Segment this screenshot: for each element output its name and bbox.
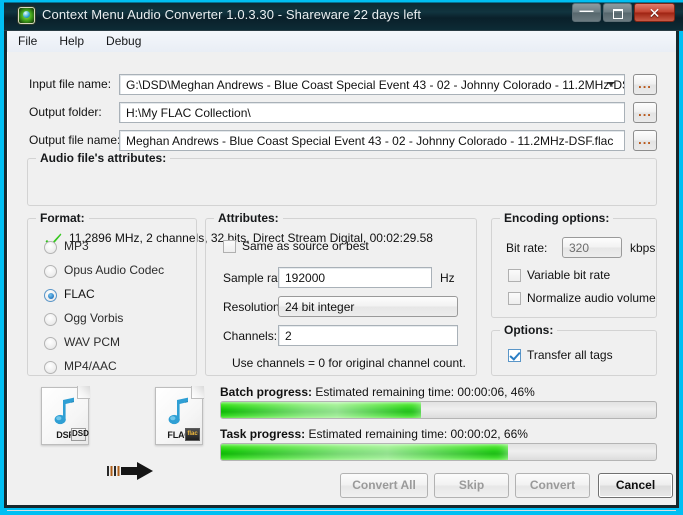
checkbox-icon (508, 292, 521, 305)
menu-item-debug[interactable]: Debug (95, 31, 152, 51)
batch-progress-label: Batch progress: Estimated remaining time… (220, 385, 535, 399)
music-note-icon (168, 397, 188, 425)
chevron-down-icon[interactable] (607, 82, 615, 86)
output-file-row: Output file name: Meghan Andrews - Blue … (7, 130, 676, 152)
input-file-browse-button[interactable]: ... (633, 74, 657, 95)
app-icon (18, 7, 35, 24)
minimize-button[interactable]: — (572, 3, 601, 22)
batch-progress-bar (220, 401, 657, 419)
same-as-source-label: Same as source or best (242, 239, 369, 253)
maximize-button[interactable] (603, 3, 632, 22)
window-frame: Context Menu Audio Converter 1.0.3.30 - … (4, 0, 683, 511)
convert-all-button[interactable]: Convert All (340, 473, 428, 498)
radio-icon (44, 313, 57, 326)
format-group-title: Format: (36, 211, 89, 225)
attributes-group-title: Attributes: (214, 211, 283, 225)
task-progress-title: Task progress: (220, 427, 306, 441)
minimize-icon: — (579, 2, 594, 18)
encoding-options-group: Encoding options: Bit rate: 320 kbps Var… (491, 211, 657, 318)
batch-progress-fill (221, 402, 422, 418)
arrow-right-icon (107, 462, 153, 480)
output-folder-row: Output folder: H:\My FLAC Collection\ ..… (7, 102, 676, 124)
sample-rate-unit: Hz (440, 271, 455, 285)
options-group: Options: Transfer all tags (491, 323, 657, 376)
task-progress-status: Estimated remaining time: 00:00:02, 66% (308, 427, 528, 441)
ellipsis-icon: ... (638, 76, 652, 91)
maximize-icon (604, 4, 631, 21)
input-file-label: Input file name: (29, 77, 112, 91)
audio-attributes-title: Audio file's attributes: (36, 151, 171, 165)
encoding-options-title: Encoding options: (500, 211, 614, 225)
radio-icon (44, 361, 57, 374)
format-option-label: MP3 (64, 239, 89, 253)
convert-button[interactable]: Convert (515, 473, 590, 498)
ellipsis-icon: ... (638, 132, 652, 147)
output-file-label: Output file name: (29, 133, 121, 147)
ellipsis-icon: ... (638, 104, 652, 119)
menu-item-file[interactable]: File (7, 31, 48, 51)
format-option-label: Opus Audio Codec (64, 263, 165, 277)
output-folder-browse-button[interactable]: ... (633, 102, 657, 123)
radio-icon (44, 337, 57, 350)
batch-progress-status: Estimated remaining time: 00:00:06, 46% (315, 385, 535, 399)
channels-hint: Use channels = 0 for original channel co… (232, 356, 466, 370)
dsd-badge: DSD (71, 428, 89, 441)
bit-rate-unit: kbps (630, 241, 656, 255)
variable-bit-rate-label: Variable bit rate (527, 268, 611, 282)
client-area: Input file name: G:\DSD\Meghan Andrews -… (7, 52, 676, 511)
window-title: Context Menu Audio Converter 1.0.3.30 - … (42, 7, 422, 22)
bit-rate-label: Bit rate: (506, 241, 548, 255)
music-note-icon (54, 397, 74, 425)
flac-file-icon: FLAC flac (155, 386, 204, 445)
format-group: Format: MP3 Opus Audio Codec FLAC Ogg Vo… (27, 211, 197, 376)
format-option-label: FLAC (64, 287, 95, 301)
format-option-label: Ogg Vorbis (64, 311, 124, 325)
format-option-label: WAV PCM (64, 335, 120, 349)
menu-bar: File Help Debug (7, 31, 676, 53)
output-folder-label: Output folder: (29, 105, 102, 119)
bit-rate-dropdown[interactable]: 320 (562, 237, 622, 258)
channels-label: Channels: (223, 329, 278, 343)
checkbox-icon-checked (508, 349, 521, 362)
task-progress-bar (220, 443, 657, 461)
radio-icon (44, 241, 57, 254)
resolution-label: Resolution: (223, 300, 284, 314)
task-progress-fill (221, 444, 509, 460)
close-icon: ✕ (648, 5, 661, 21)
dsf-file-icon: DSF DSD (41, 386, 90, 445)
attributes-group: Attributes: Same as source or best Sampl… (205, 211, 477, 376)
divider (7, 510, 676, 511)
output-file-browse-button[interactable]: ... (633, 130, 657, 151)
menu-item-help[interactable]: Help (48, 31, 95, 51)
resolution-dropdown[interactable]: 24 bit integer (278, 296, 458, 317)
radio-icon-selected (44, 289, 57, 302)
output-file-input[interactable]: Meghan Andrews - Blue Coast Special Even… (119, 130, 625, 151)
input-file-input[interactable]: G:\DSD\Meghan Andrews - Blue Coast Speci… (119, 74, 625, 95)
normalize-volume-label: Normalize audio volume (527, 291, 656, 305)
format-option-label: MP4/AAC (64, 359, 117, 373)
batch-progress-title: Batch progress: (220, 385, 313, 399)
flac-badge: flac (185, 428, 200, 441)
audio-attributes-group: Audio file's attributes: (27, 151, 657, 206)
output-folder-input[interactable]: H:\My FLAC Collection\ (119, 102, 625, 123)
skip-button[interactable]: Skip (434, 473, 509, 498)
channels-input[interactable]: 2 (278, 325, 458, 346)
sample-rate-input[interactable]: 192000 (278, 267, 432, 288)
task-progress-label: Task progress: Estimated remaining time:… (220, 427, 528, 441)
cancel-button[interactable]: Cancel (598, 473, 673, 498)
checkbox-icon (223, 240, 236, 253)
input-file-row: Input file name: G:\DSD\Meghan Andrews -… (7, 74, 676, 96)
checkbox-icon (508, 269, 521, 282)
radio-icon (44, 265, 57, 278)
application-window: Context Menu Audio Converter 1.0.3.30 - … (0, 0, 683, 515)
close-button[interactable]: ✕ (634, 3, 675, 22)
options-group-title: Options: (500, 323, 558, 337)
transfer-all-tags-label: Transfer all tags (527, 348, 613, 362)
title-bar: Context Menu Audio Converter 1.0.3.30 - … (4, 0, 683, 31)
